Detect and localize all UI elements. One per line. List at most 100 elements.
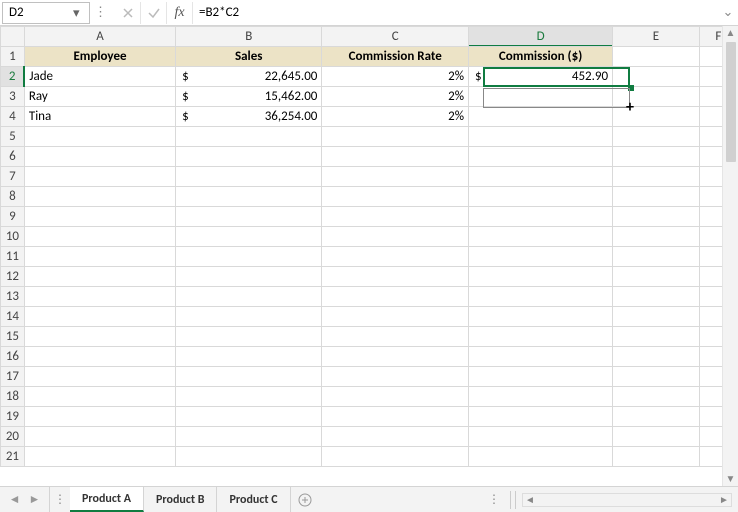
cell-C17[interactable] xyxy=(322,367,469,387)
cell-A11[interactable] xyxy=(24,247,175,267)
cell-B1[interactable]: Sales xyxy=(176,47,322,67)
cell-B17[interactable] xyxy=(176,367,322,387)
row-header-6[interactable]: 6 xyxy=(1,147,25,167)
name-box-dropdown-icon[interactable]: ▾ xyxy=(73,6,87,20)
row-header-13[interactable]: 13 xyxy=(1,287,25,307)
cell-A12[interactable] xyxy=(24,267,175,287)
cell-B19[interactable] xyxy=(176,407,322,427)
cell-C7[interactable] xyxy=(322,167,469,187)
cell-C12[interactable] xyxy=(322,267,469,287)
tab-nav-left-icon[interactable]: ◄ xyxy=(9,492,21,507)
row-header-10[interactable]: 10 xyxy=(1,227,25,247)
cell-D7[interactable] xyxy=(469,167,613,187)
cell-B12[interactable] xyxy=(176,267,322,287)
cell-B11[interactable] xyxy=(176,247,322,267)
cell-B4[interactable]: $36,254.00 xyxy=(176,107,322,127)
sheet-tab-product-c[interactable]: Product C xyxy=(217,487,290,512)
cell-C3[interactable]: 2% xyxy=(322,87,469,107)
column-header-B[interactable]: B xyxy=(176,27,322,47)
cell-E7[interactable] xyxy=(613,167,700,187)
column-header-E[interactable]: E xyxy=(613,27,700,47)
cell-E10[interactable] xyxy=(613,227,700,247)
cell-E6[interactable] xyxy=(613,147,700,167)
cell-C2[interactable]: 2% xyxy=(322,67,469,87)
row-header-19[interactable]: 19 xyxy=(1,407,25,427)
fill-handle[interactable] xyxy=(628,85,634,91)
column-header-D[interactable]: D xyxy=(469,27,613,47)
cell-B10[interactable] xyxy=(176,227,322,247)
row-header-7[interactable]: 7 xyxy=(1,167,25,187)
cell-C21[interactable] xyxy=(322,447,469,467)
cell-C8[interactable] xyxy=(322,187,469,207)
cell-E2[interactable] xyxy=(613,67,700,87)
cell-B5[interactable] xyxy=(176,127,322,147)
cell-E13[interactable] xyxy=(613,287,700,307)
cell-D17[interactable] xyxy=(469,367,613,387)
formula-input[interactable]: =B2*C2 xyxy=(193,2,718,24)
cell-C16[interactable] xyxy=(322,347,469,367)
cell-B7[interactable] xyxy=(176,167,322,187)
cell-D6[interactable] xyxy=(469,147,613,167)
cell-C10[interactable] xyxy=(322,227,469,247)
row-header-20[interactable]: 20 xyxy=(1,427,25,447)
cell-A21[interactable] xyxy=(24,447,175,467)
cell-D9[interactable] xyxy=(469,207,613,227)
cell-B2[interactable]: $22,645.00 xyxy=(176,67,322,87)
cell-E11[interactable] xyxy=(613,247,700,267)
cell-D20[interactable] xyxy=(469,427,613,447)
tab-nav-right-icon[interactable]: ► xyxy=(29,492,41,507)
cell-A8[interactable] xyxy=(24,187,175,207)
cell-A7[interactable] xyxy=(24,167,175,187)
cell-D18[interactable] xyxy=(469,387,613,407)
cell-A19[interactable] xyxy=(24,407,175,427)
scroll-up-button[interactable]: ▲ xyxy=(723,26,738,40)
row-header-8[interactable]: 8 xyxy=(1,187,25,207)
cell-B20[interactable] xyxy=(176,427,322,447)
cell-E21[interactable] xyxy=(613,447,700,467)
cell-D2[interactable]: $452.90 xyxy=(469,67,613,87)
new-sheet-button[interactable] xyxy=(291,493,319,507)
row-header-2[interactable]: 2 xyxy=(1,67,25,87)
cell-B18[interactable] xyxy=(176,387,322,407)
cell-E18[interactable] xyxy=(613,387,700,407)
sheet-tab-product-b[interactable]: Product B xyxy=(144,487,217,512)
confirm-formula-button[interactable] xyxy=(141,2,167,24)
cell-D21[interactable] xyxy=(469,447,613,467)
cell-C19[interactable] xyxy=(322,407,469,427)
cell-B16[interactable] xyxy=(176,347,322,367)
cell-D8[interactable] xyxy=(469,187,613,207)
row-header-21[interactable]: 21 xyxy=(1,447,25,467)
cell-C5[interactable] xyxy=(322,127,469,147)
cell-A4[interactable]: Tina xyxy=(24,107,175,127)
cell-C15[interactable] xyxy=(322,327,469,347)
cell-E19[interactable] xyxy=(613,407,700,427)
tab-scroll-splitter[interactable] xyxy=(510,491,516,509)
cell-E1[interactable] xyxy=(613,47,700,67)
row-header-16[interactable]: 16 xyxy=(1,347,25,367)
vertical-scroll-thumb[interactable] xyxy=(726,42,736,162)
cell-C9[interactable] xyxy=(322,207,469,227)
cell-A18[interactable] xyxy=(24,387,175,407)
cell-C13[interactable] xyxy=(322,287,469,307)
cell-B9[interactable] xyxy=(176,207,322,227)
cell-A1[interactable]: Employee xyxy=(24,47,175,67)
cell-B15[interactable] xyxy=(176,327,322,347)
cell-A13[interactable] xyxy=(24,287,175,307)
cell-A14[interactable] xyxy=(24,307,175,327)
row-header-17[interactable]: 17 xyxy=(1,367,25,387)
cell-D3[interactable] xyxy=(469,87,613,107)
hscroll-left-button[interactable]: ◄ xyxy=(523,493,537,506)
cell-D15[interactable] xyxy=(469,327,613,347)
cell-E14[interactable] xyxy=(613,307,700,327)
cell-B6[interactable] xyxy=(176,147,322,167)
cell-E20[interactable] xyxy=(613,427,700,447)
row-header-9[interactable]: 9 xyxy=(1,207,25,227)
cell-C1[interactable]: Commission Rate xyxy=(322,47,469,67)
cell-D10[interactable] xyxy=(469,227,613,247)
cell-D1[interactable]: Commission ($) xyxy=(469,47,613,67)
cell-C4[interactable]: 2% xyxy=(322,107,469,127)
hscroll-right-button[interactable]: ► xyxy=(717,493,731,506)
cell-C20[interactable] xyxy=(322,427,469,447)
cell-E9[interactable] xyxy=(613,207,700,227)
row-header-4[interactable]: 4 xyxy=(1,107,25,127)
